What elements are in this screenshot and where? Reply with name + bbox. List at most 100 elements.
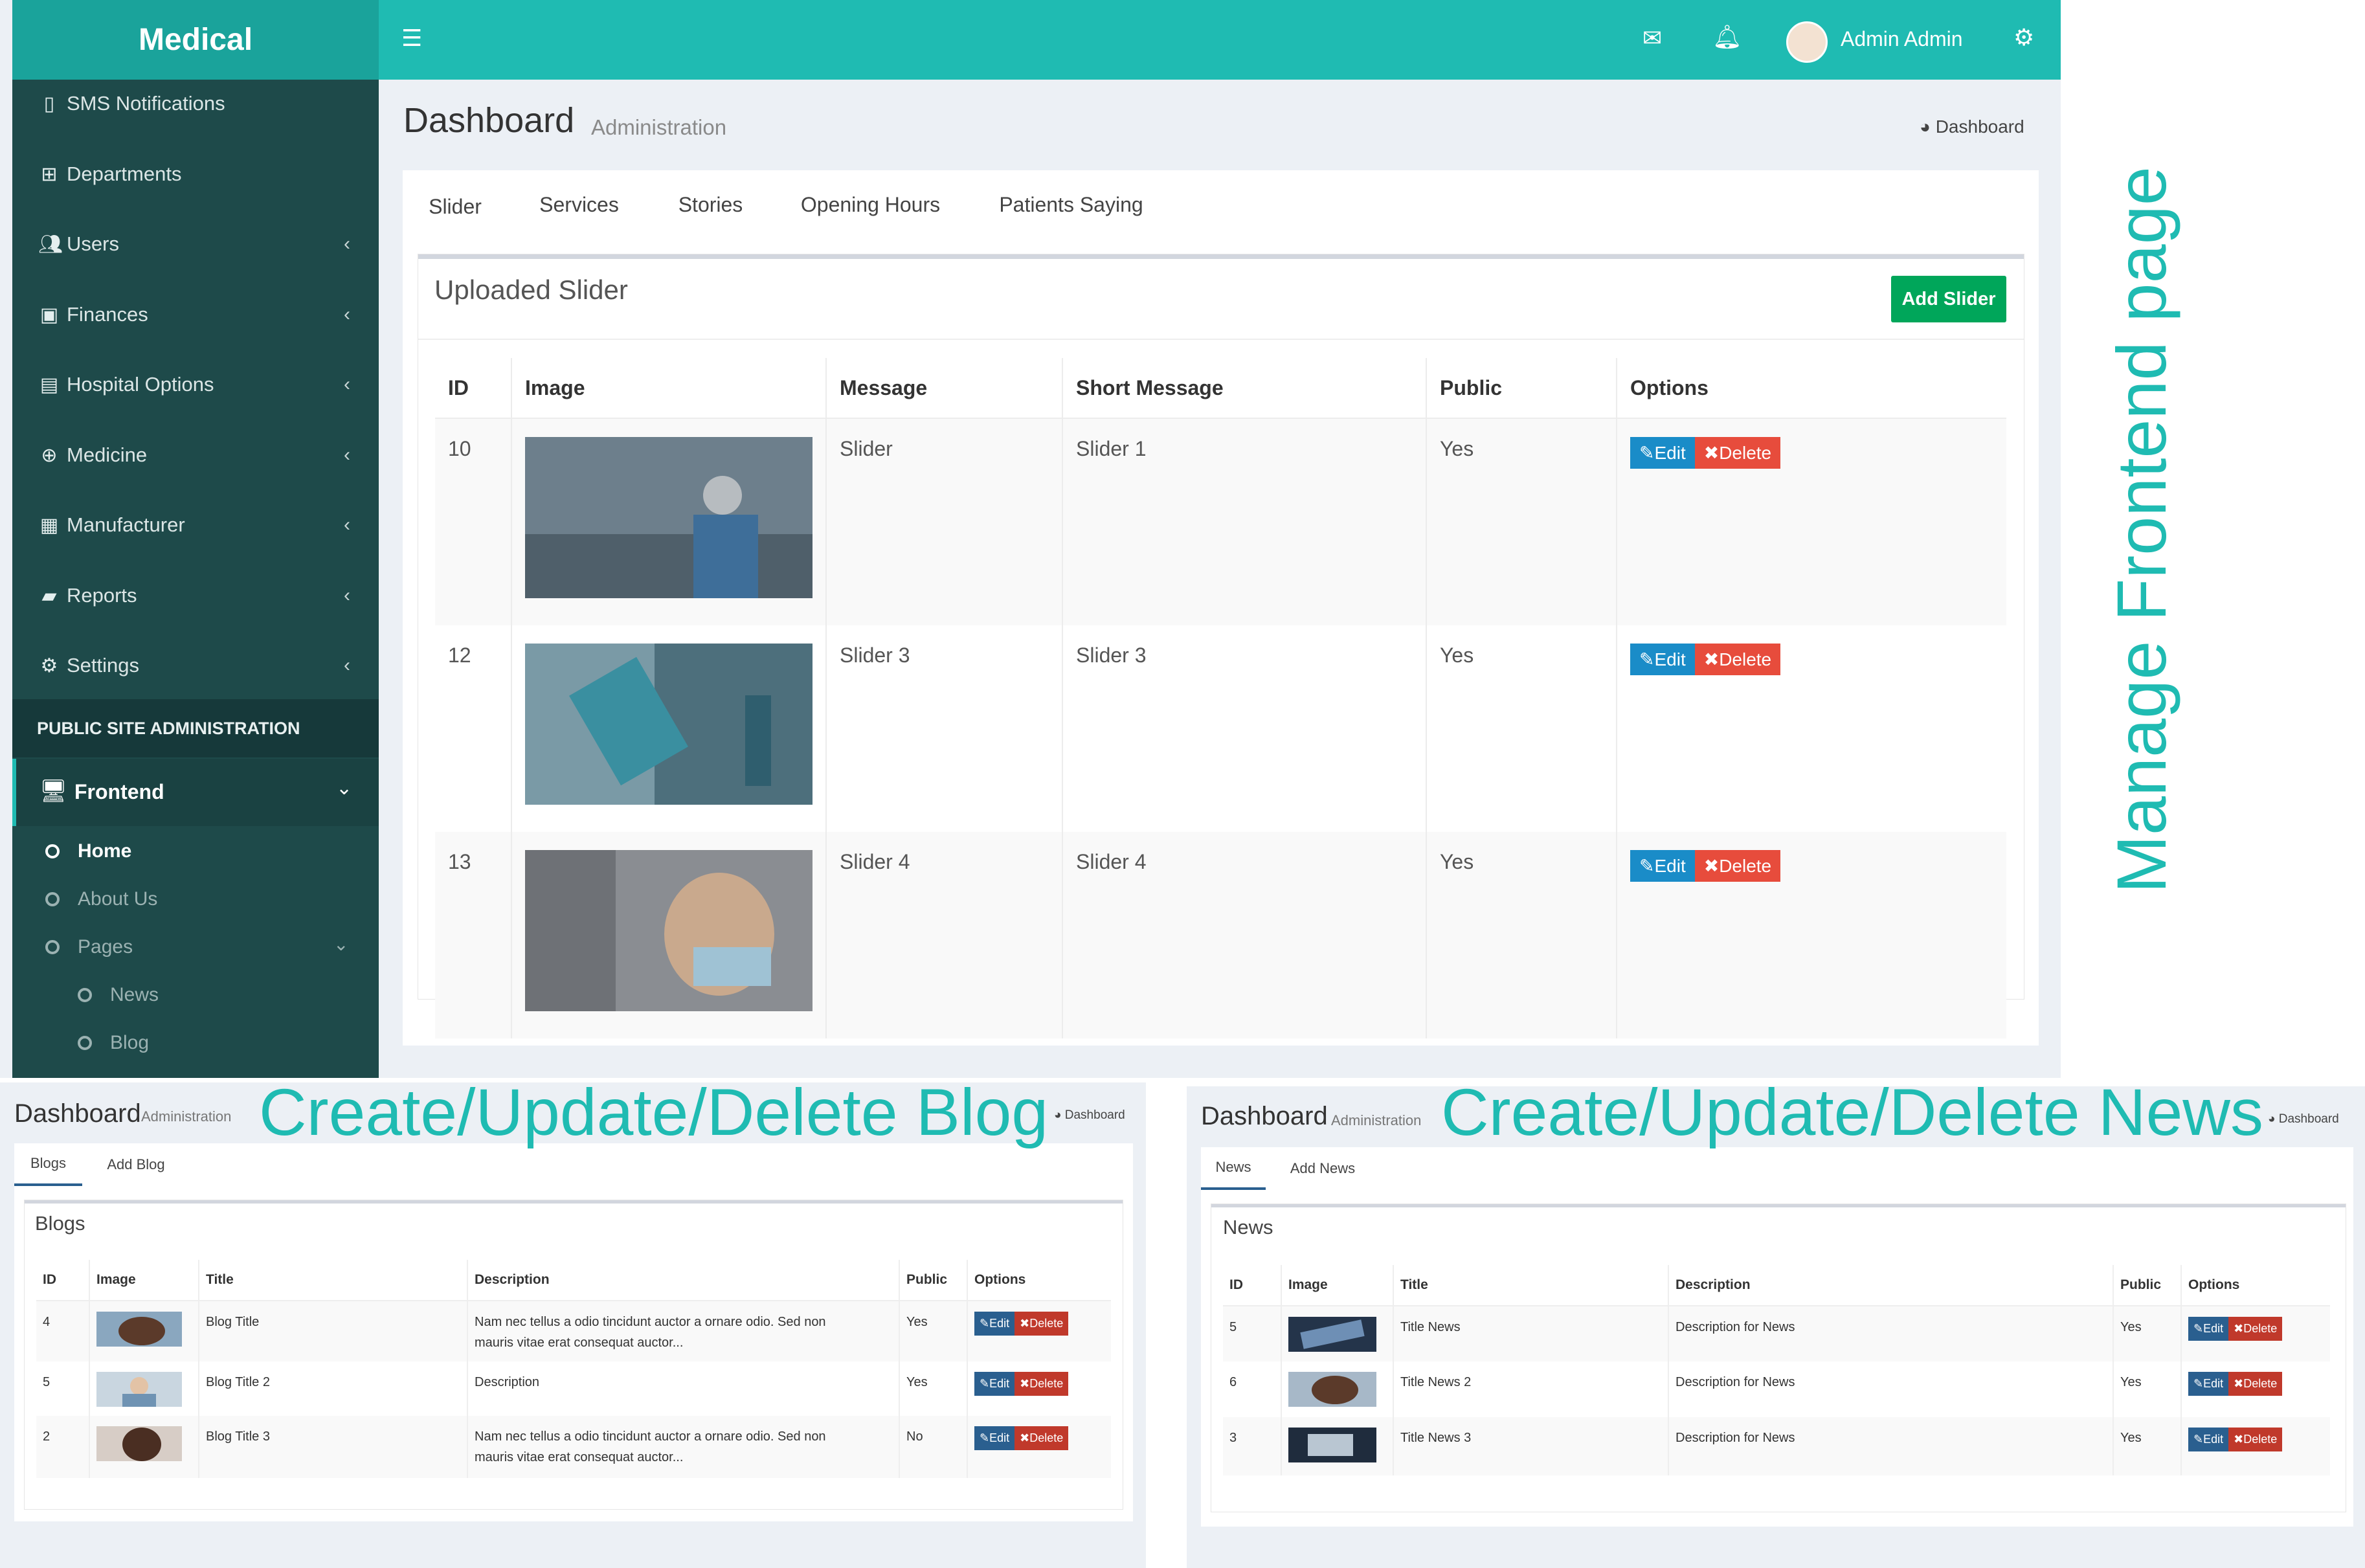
- chevron-left-icon: ‹: [344, 304, 350, 325]
- cell-description: Description for News: [1668, 1417, 2114, 1475]
- close-icon: ✖: [2234, 1377, 2244, 1390]
- tab-opening-hours[interactable]: Opening Hours: [785, 170, 956, 240]
- close-icon: ✖: [1020, 1317, 1030, 1330]
- edit-button[interactable]: ✎Edit: [974, 1312, 1015, 1336]
- edit-button[interactable]: ✎Edit: [2188, 1317, 2229, 1341]
- edit-icon: ✎: [2193, 1322, 2204, 1335]
- tab-blogs[interactable]: Blogs: [14, 1143, 82, 1186]
- cell-short-message: Slider 1: [1062, 418, 1427, 625]
- breadcrumb-label: Dashboard: [1935, 117, 2024, 137]
- brand-logo[interactable]: Medical: [12, 0, 379, 80]
- tab-add-news[interactable]: Add News: [1284, 1147, 1362, 1190]
- avatar[interactable]: [1786, 21, 1828, 63]
- delete-button[interactable]: ✖Delete: [2228, 1372, 2283, 1396]
- sidebar-section-header: PUBLIC SITE ADMINISTRATION: [12, 699, 379, 757]
- cell-options: ✎Edit ✖Delete: [1617, 625, 2006, 832]
- caption-manage-frontend: Manage Frontend page: [2102, 166, 2180, 893]
- cell-options: ✎Edit ✖Delete: [2181, 1417, 2330, 1475]
- column-header: Title: [199, 1260, 468, 1301]
- delete-button[interactable]: ✖Delete: [1694, 437, 1781, 469]
- edit-button[interactable]: ✎Edit: [2188, 1428, 2229, 1451]
- delete-button[interactable]: ✖Delete: [1014, 1372, 1069, 1396]
- column-header: Description: [1668, 1265, 2114, 1306]
- cell-id: 6: [1223, 1361, 1282, 1417]
- sidebar-subitem-news[interactable]: News: [78, 984, 159, 1006]
- delete-button[interactable]: ✖Delete: [2228, 1317, 2283, 1341]
- column-header: ID: [435, 358, 512, 419]
- gears-icon: ⚙: [40, 655, 58, 677]
- user-name[interactable]: Admin Admin: [1841, 27, 1963, 51]
- dashboard-icon: ◕: [1920, 117, 1931, 137]
- column-header: Options: [967, 1260, 1111, 1301]
- add-slider-button[interactable]: Add Slider: [1891, 276, 2006, 322]
- table-row: 5 Blog Title 2 Description Yes ✎Edit ✖Del…: [36, 1361, 1111, 1416]
- bell-icon[interactable]: 🔔︎: [1712, 23, 1742, 50]
- column-header: ID: [1223, 1265, 1282, 1306]
- delete-button[interactable]: ✖Delete: [1694, 644, 1781, 675]
- tab-services[interactable]: Services: [519, 170, 639, 240]
- delete-button[interactable]: ✖Delete: [1014, 1426, 1069, 1450]
- sidebar-item-sms[interactable]: ▯ SMS Notifications: [12, 78, 379, 129]
- close-icon: ✖: [2234, 1433, 2244, 1446]
- sidebar-item-label: Users: [67, 232, 119, 255]
- tab-stories[interactable]: Stories: [651, 170, 770, 240]
- edit-icon: ✎: [980, 1431, 990, 1444]
- sidebar-item-medicine[interactable]: ⊕ Medicine ‹: [12, 429, 379, 481]
- edit-icon: ✎: [1639, 443, 1655, 463]
- circle-icon: [78, 1036, 92, 1050]
- edit-button[interactable]: ✎Edit: [1630, 437, 1695, 469]
- medkit-icon: ⊕: [41, 444, 58, 466]
- cell-options: ✎Edit ✖Delete: [967, 1361, 1111, 1416]
- gears-icon[interactable]: ⚙: [2013, 24, 2034, 51]
- edit-button[interactable]: ✎Edit: [1630, 644, 1695, 675]
- sidebar-subitem-blog[interactable]: Blog: [78, 1032, 149, 1054]
- edit-button[interactable]: ✎Edit: [1630, 850, 1695, 882]
- sidebar-subitem-pages[interactable]: Pages ⌄: [45, 934, 356, 958]
- breadcrumb[interactable]: ◕ Dashboard: [1920, 117, 2024, 137]
- cell-options: ✎Edit ✖Delete: [967, 1416, 1111, 1478]
- delete-button[interactable]: ✖Delete: [2228, 1428, 2283, 1451]
- sidebar-subitem-about[interactable]: About Us: [45, 888, 157, 910]
- sidebar-item-users[interactable]: 👥︎ Users ‹: [12, 218, 379, 270]
- cell-description: Description: [467, 1361, 900, 1416]
- cell-image: [1281, 1361, 1394, 1417]
- edit-button[interactable]: ✎Edit: [974, 1426, 1015, 1450]
- column-header: ID: [36, 1260, 90, 1301]
- box-title: Uploaded Slider: [434, 274, 628, 305]
- sidebar-item-label: SMS Notifications: [67, 92, 225, 115]
- edit-button[interactable]: ✎Edit: [2188, 1372, 2229, 1396]
- cell-image: [1281, 1306, 1394, 1361]
- tab-patients-saying[interactable]: Patients Saying: [982, 170, 1160, 240]
- tab-news[interactable]: News: [1201, 1147, 1266, 1190]
- delete-button[interactable]: ✖Delete: [1694, 850, 1781, 882]
- cell-options: ✎Edit ✖Delete: [1617, 832, 2006, 1038]
- close-icon: ✖: [1020, 1431, 1030, 1444]
- envelope-icon[interactable]: ✉: [1642, 25, 1662, 52]
- sidebar-item-hospital-options[interactable]: ▤ Hospital Options ‹: [12, 359, 379, 410]
- cell-short-message: Slider 4: [1062, 832, 1427, 1038]
- breadcrumb[interactable]: ◕ Dashboard: [1054, 1108, 1125, 1123]
- table-row: 13 Slider 4 Slider 4 Yes ✎Edit ✖Delete: [435, 832, 2006, 1038]
- circle-icon: [45, 892, 60, 906]
- cell-public: Yes: [1426, 418, 1617, 625]
- sidebar-item-frontend[interactable]: 🖥︎ Frontend ⌄: [12, 759, 379, 826]
- sidebar-item-departments[interactable]: ⊞ Departments: [12, 148, 379, 200]
- delete-button[interactable]: ✖Delete: [1014, 1312, 1069, 1336]
- breadcrumb[interactable]: ◕ Dashboard: [2268, 1112, 2339, 1126]
- edit-button[interactable]: ✎Edit: [974, 1372, 1015, 1396]
- close-icon: ✖: [1703, 856, 1720, 876]
- hamburger-icon[interactable]: ☰: [401, 25, 422, 52]
- tab-add-blog[interactable]: Add Blog: [97, 1143, 175, 1186]
- sidebar-item-finances[interactable]: ▣ Finances ‹: [12, 289, 379, 341]
- sidebar-subitem-home[interactable]: Home: [45, 840, 131, 862]
- cell-id: 5: [1223, 1306, 1282, 1361]
- cell-options: ✎Edit ✖Delete: [2181, 1306, 2330, 1361]
- cell-image: [511, 418, 827, 625]
- table-row: 4 Blog Title Nam nec tellus a odio tinci…: [36, 1301, 1111, 1361]
- sidebar-item-settings[interactable]: ⚙ Settings ‹: [12, 640, 379, 691]
- column-header: Image: [1281, 1265, 1394, 1306]
- tab-slider[interactable]: Slider: [403, 170, 508, 245]
- sidebar-item-reports[interactable]: ▰ Reports ‹: [12, 570, 379, 622]
- sidebar-subitem-label: Blog: [110, 1032, 150, 1053]
- sidebar-item-manufacturer[interactable]: ▦ Manufacturer ‹: [12, 499, 379, 551]
